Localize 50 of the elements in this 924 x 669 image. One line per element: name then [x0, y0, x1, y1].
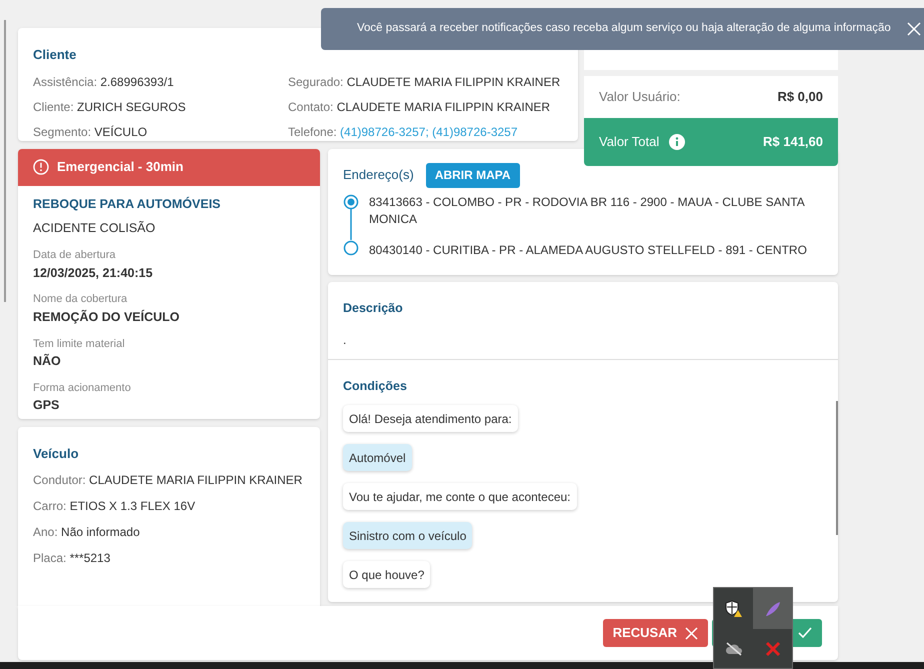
detail-value: GPS — [33, 397, 60, 414]
close-icon — [685, 626, 698, 640]
section-title: Condições — [343, 378, 408, 395]
info-field: Contato: CLAUDETE MARIA FILIPPIN KRAINER — [288, 98, 560, 116]
address-text: 80430140 - CURITIBA - PR - ALAMEDA AUGUSTO STELLFELD - 891 - CENTRO — [369, 242, 808, 258]
detail-value: 12/03/2025, 21:40:15 — [33, 264, 154, 282]
user-message: Automóvel — [343, 444, 412, 472]
info-field: Carro: ETIOS X 1.3 FLEX 16V — [33, 497, 305, 515]
info-field: Condutor: CLAUDETE MARIA FILIPPIN KRAINER — [33, 471, 305, 489]
info-field: Telefone: (41)98726-3257; (41)98726-3257 — [288, 122, 560, 140]
notification-text: Você passará a receber notificações caso receba algum serviço ou haja alteração de alguma informação — [357, 21, 891, 36]
value-label: Valor Usuário: — [599, 88, 680, 106]
info-field: Ano: Não informado — [33, 523, 305, 541]
detail-value: NÃO — [33, 352, 62, 370]
open-map-button[interactable]: ABRIR MAPA — [426, 162, 520, 188]
check-icon — [798, 627, 812, 639]
value-label: Valor Total — [599, 133, 660, 152]
bot-message: Olá! Deseja atendimento para: — [343, 405, 518, 432]
info-field: Assistência: 2.68996393/1 — [33, 72, 288, 90]
card-title: Endereço(s) — [343, 166, 414, 184]
detail-label: Forma acionamento — [33, 380, 132, 396]
address-text: 83413663 - COLOMBO - PR - RODOVIA BR 116 - 2900 - MAUA - CLUBE SANTA MONICA — [369, 194, 806, 228]
detail-label: Tem limite material — [33, 336, 126, 352]
detail-label: Data de abertura — [33, 248, 117, 263]
info-field: Cliente: ZURICH SEGUROS — [33, 98, 288, 116]
user-message: Sinistro com o veículo — [343, 522, 472, 550]
detail-value: REMOÇÃO DO VEÍCULO — [33, 308, 181, 326]
card-title: Veículo — [33, 444, 80, 462]
alert-text: Emergencial - 30min — [57, 158, 184, 176]
info-field: Segmento: VEÍCULO — [33, 122, 288, 140]
shield-warning-icon[interactable] — [724, 600, 742, 618]
info-field: Segurado: CLAUDETE MARIA FILIPPIN KRAINER — [288, 72, 560, 90]
info-field: Placa: ***5213 — [33, 549, 305, 567]
info-icon[interactable] — [669, 134, 686, 150]
refuse-button[interactable]: RECUSAR — [602, 619, 708, 647]
cross-icon[interactable] — [764, 640, 780, 656]
route-line-icon — [343, 194, 359, 256]
amount: R$ 141,60 — [763, 133, 823, 152]
bot-message: O que houve? — [343, 561, 430, 588]
close-button[interactable] — [906, 21, 921, 37]
description-text: . — [343, 332, 348, 350]
amount: R$ 0,00 — [777, 88, 823, 106]
service-reason: ACIDENTE COLISÃO — [33, 220, 156, 238]
alert-icon — [33, 159, 49, 175]
section-title: Descrição — [343, 300, 404, 317]
card-title: Cliente — [33, 46, 78, 64]
service-title: REBOQUE PARA AUTOMÓVEIS — [33, 196, 222, 212]
bot-message: Vou te ajudar, me conte o que aconteceu: — [343, 483, 576, 510]
detail-label: Nome da cobertura — [33, 292, 128, 308]
cloud-off-icon[interactable] — [724, 642, 742, 656]
